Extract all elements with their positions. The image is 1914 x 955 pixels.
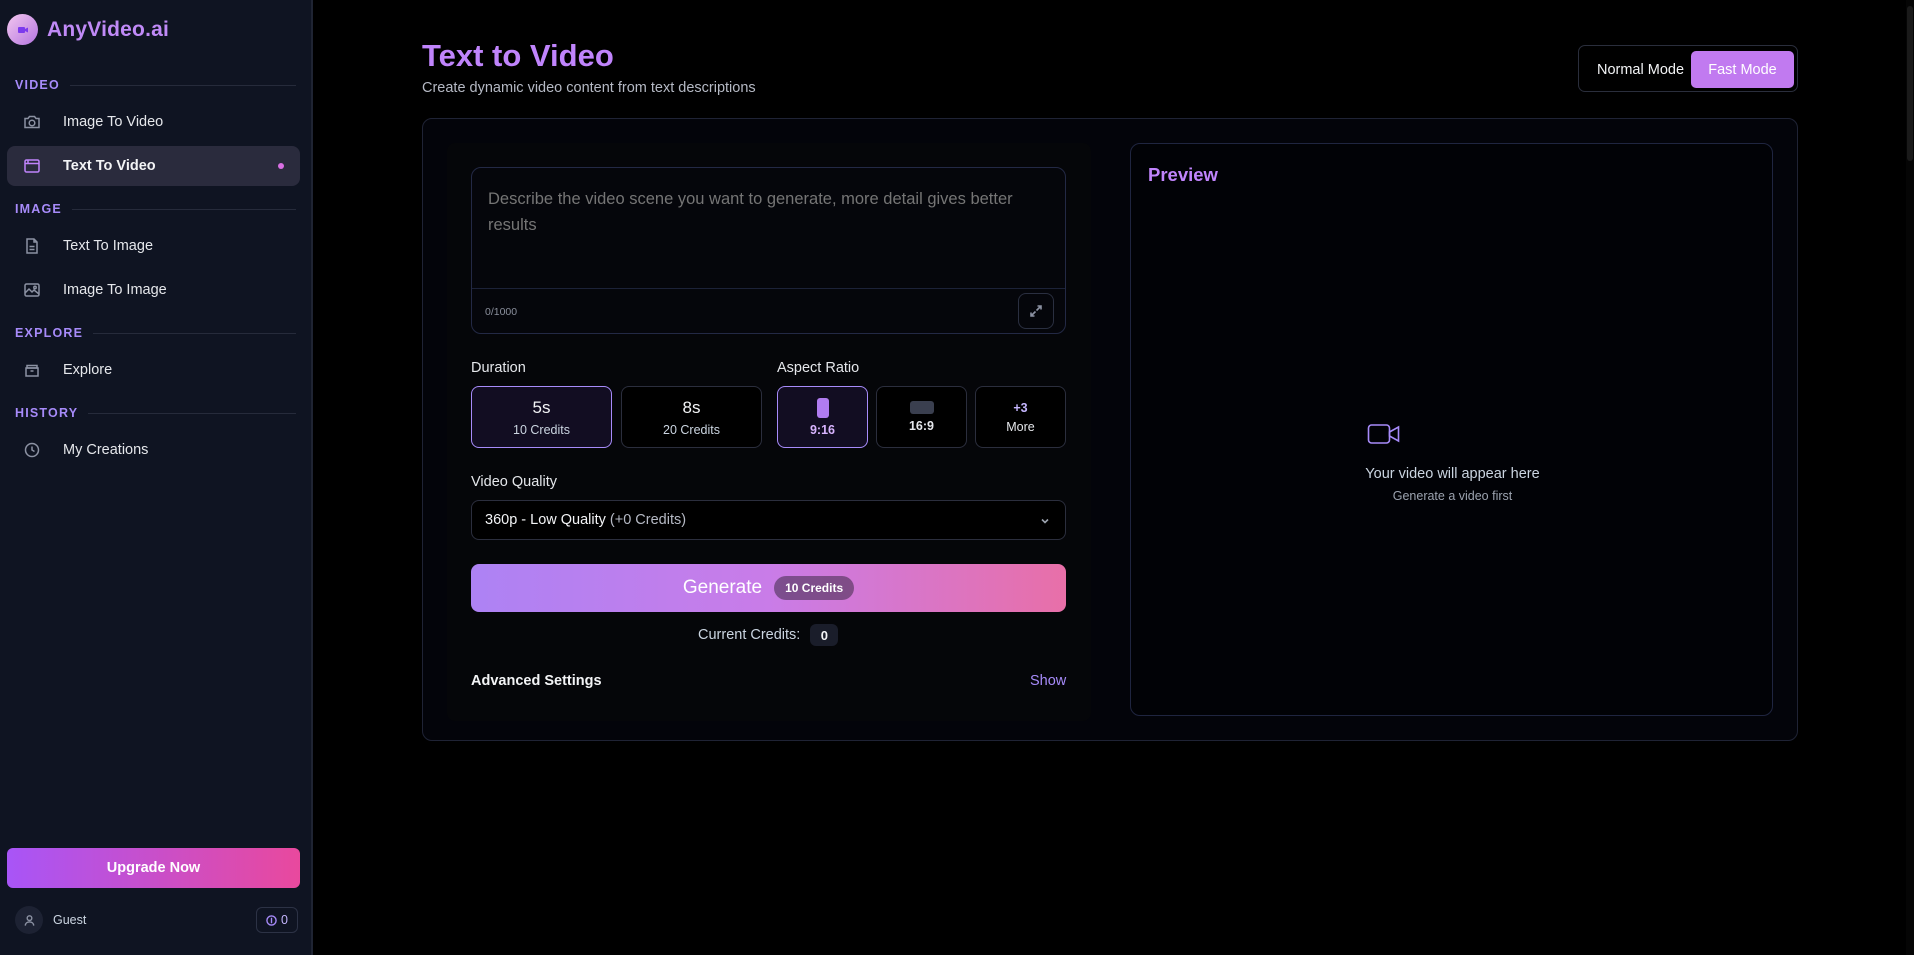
divider bbox=[88, 412, 296, 414]
aspect-label: 16:9 bbox=[908, 419, 935, 433]
expand-icon bbox=[1030, 305, 1042, 317]
sidebar-item-label: Explore bbox=[63, 362, 113, 378]
sidebar-item-text-to-video[interactable]: Text To Video bbox=[7, 146, 300, 186]
current-credits-label: Current Credits: bbox=[698, 627, 801, 643]
clock-icon bbox=[24, 442, 40, 458]
sidebar-item-label: Image To Image bbox=[63, 282, 167, 298]
section-history: HISTORY bbox=[15, 406, 296, 420]
sidebar-item-text-to-image[interactable]: Text To Image bbox=[7, 226, 300, 266]
advanced-settings-label: Advanced Settings bbox=[471, 673, 602, 689]
sidebar-item-image-to-video[interactable]: Image To Video bbox=[7, 102, 300, 142]
prompt-input[interactable] bbox=[488, 186, 1048, 238]
preview-subtext: Generate a video first bbox=[1392, 489, 1513, 503]
fast-mode-button[interactable]: Fast Mode bbox=[1691, 51, 1794, 88]
divider bbox=[71, 208, 296, 210]
sidebar-item-image-to-image[interactable]: Image To Image bbox=[7, 270, 300, 310]
advanced-settings-toggle[interactable]: Show bbox=[1030, 673, 1066, 689]
sidebar-item-label: Image To Video bbox=[63, 114, 164, 130]
user-name: Guest bbox=[53, 913, 87, 927]
user-profile[interactable]: Guest bbox=[15, 906, 86, 934]
image-icon bbox=[24, 283, 40, 297]
duration-credits: 10 Credits bbox=[513, 422, 570, 437]
section-image: IMAGE bbox=[15, 202, 296, 216]
section-label: EXPLORE bbox=[15, 326, 84, 340]
section-label: VIDEO bbox=[15, 78, 60, 92]
logo-icon bbox=[7, 14, 38, 45]
box-icon bbox=[25, 364, 39, 377]
divider bbox=[69, 84, 296, 86]
page-title: Text to Video bbox=[422, 38, 614, 73]
duration-credits: 20 Credits bbox=[663, 422, 720, 437]
prompt-box: 0/1000 bbox=[471, 167, 1066, 334]
app-logo[interactable]: AnyVideo.ai bbox=[7, 14, 169, 45]
landscape-ratio-icon bbox=[909, 401, 934, 414]
section-explore: EXPLORE bbox=[15, 326, 296, 340]
app-name: AnyVideo.ai bbox=[47, 17, 170, 41]
divider bbox=[93, 332, 296, 334]
coin-icon bbox=[266, 914, 277, 926]
scrollbar-thumb[interactable] bbox=[1907, 6, 1913, 161]
page-subtitle: Create dynamic video content from text d… bbox=[422, 80, 756, 96]
current-credits-value: 0 bbox=[810, 624, 839, 646]
normal-mode-button[interactable]: Normal Mode bbox=[1585, 51, 1696, 88]
section-label: IMAGE bbox=[15, 202, 62, 216]
aspect-ratio-label: Aspect Ratio bbox=[777, 360, 860, 376]
duration-value: 8s bbox=[682, 397, 701, 417]
camera-icon bbox=[24, 115, 40, 129]
user-credits-value: 0 bbox=[281, 913, 288, 927]
preview-panel: Preview Your video will appear here Gene… bbox=[1130, 143, 1773, 716]
aspect-option-16-9[interactable]: 16:9 bbox=[876, 386, 967, 448]
upgrade-button[interactable]: Upgrade Now bbox=[7, 848, 300, 888]
expand-button[interactable] bbox=[1018, 293, 1054, 329]
aspect-label: More bbox=[1006, 419, 1035, 434]
duration-option-5s[interactable]: 5s 10 Credits bbox=[471, 386, 612, 448]
duration-option-8s[interactable]: 8s 20 Credits bbox=[621, 386, 762, 448]
duration-value: 5s bbox=[532, 397, 551, 417]
generate-button[interactable]: Generate 10 Credits bbox=[471, 564, 1066, 612]
video-camera-icon bbox=[1367, 422, 1401, 444]
section-video: VIDEO bbox=[15, 78, 296, 92]
generate-cost-badge: 10 Credits bbox=[774, 576, 855, 600]
quality-extra: (+0 Credits) bbox=[609, 512, 687, 528]
sidebar-item-my-creations[interactable]: My Creations bbox=[7, 430, 300, 470]
active-indicator bbox=[278, 163, 284, 169]
video-quality-select[interactable]: 360p - Low Quality (+0 Credits) bbox=[471, 500, 1066, 540]
video-quality-label: Video Quality bbox=[471, 474, 557, 490]
sidebar: AnyVideo.ai VIDEO Image To Video Text To… bbox=[0, 0, 313, 955]
sidebar-item-label: My Creations bbox=[63, 442, 149, 458]
user-icon bbox=[24, 914, 34, 926]
current-credits: Current Credits: 0 bbox=[698, 624, 839, 646]
more-count: +3 bbox=[1013, 400, 1028, 415]
file-icon bbox=[26, 238, 38, 254]
portrait-ratio-icon bbox=[816, 397, 829, 418]
sidebar-item-label: Text To Image bbox=[63, 238, 154, 254]
mode-toggle: Normal Mode Fast Mode bbox=[1578, 45, 1798, 92]
sidebar-item-explore[interactable]: Explore bbox=[7, 350, 300, 390]
char-counter: 0/1000 bbox=[485, 306, 518, 318]
sidebar-item-label: Text To Video bbox=[63, 158, 156, 174]
avatar bbox=[15, 906, 43, 934]
duration-label: Duration bbox=[471, 360, 526, 376]
user-credits-badge[interactable]: 0 bbox=[256, 907, 298, 933]
chevron-down-icon bbox=[1041, 518, 1049, 524]
quality-value: 360p - Low Quality bbox=[485, 512, 606, 528]
preview-message: Your video will appear here bbox=[1365, 466, 1540, 482]
aspect-option-9-16[interactable]: 9:16 bbox=[777, 386, 868, 448]
generate-label: Generate bbox=[682, 577, 763, 598]
preview-title: Preview bbox=[1148, 164, 1218, 185]
aspect-label: 9:16 bbox=[809, 422, 836, 437]
section-label: HISTORY bbox=[15, 406, 79, 420]
aspect-option-more[interactable]: +3 More bbox=[975, 386, 1066, 448]
film-icon bbox=[24, 159, 40, 173]
scrollbar[interactable] bbox=[1906, 0, 1914, 955]
divider bbox=[472, 288, 1065, 289]
